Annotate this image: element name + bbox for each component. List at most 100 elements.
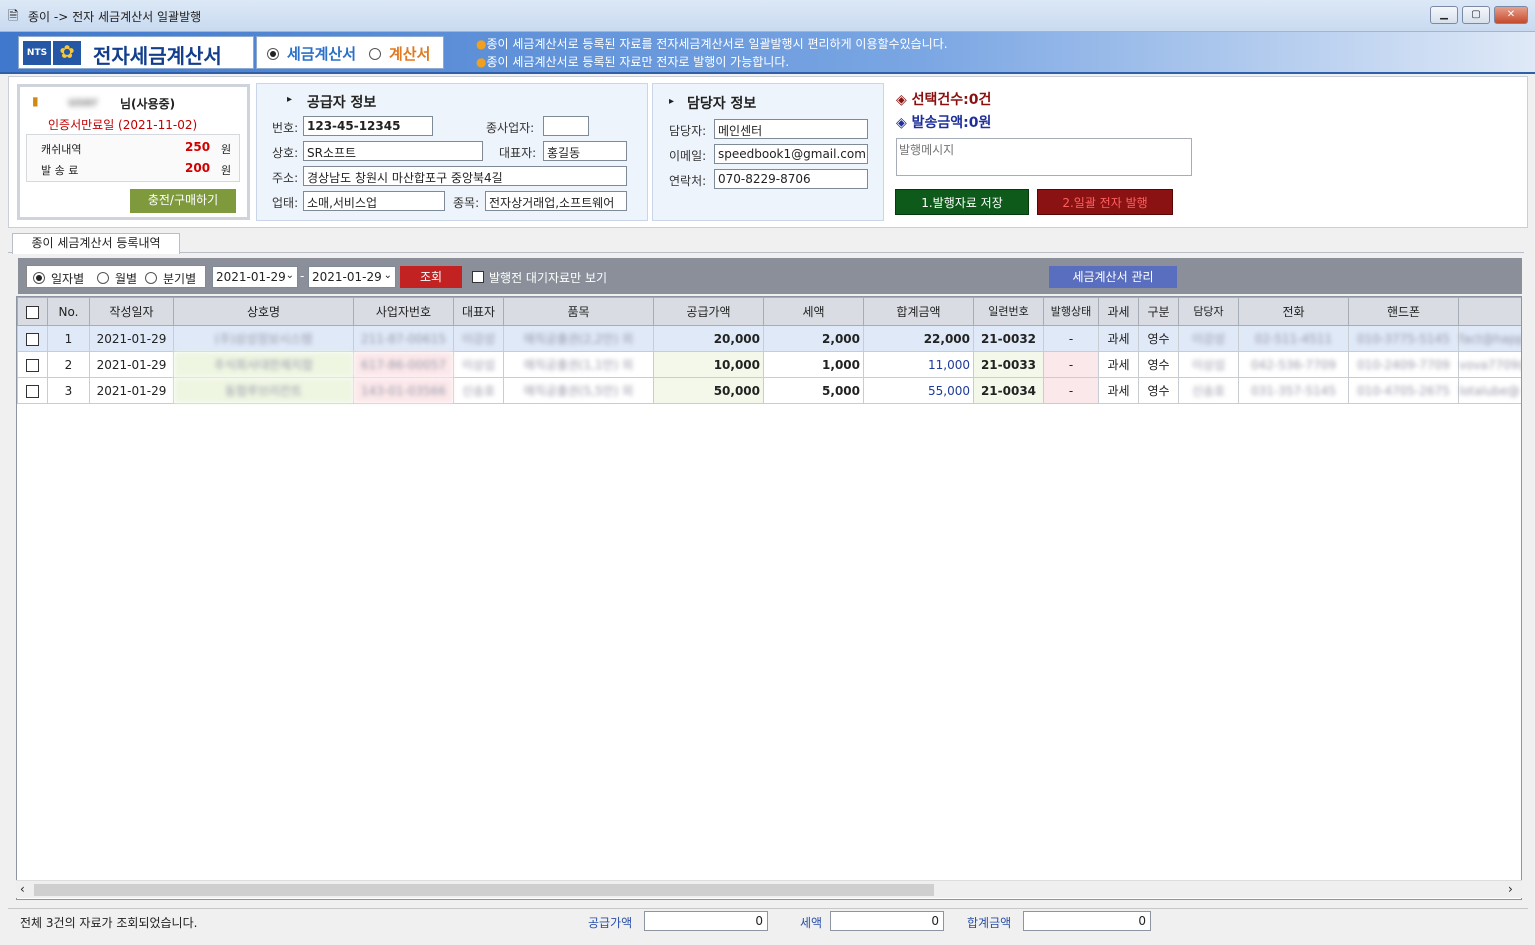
chevron-down-icon: ⌄ (383, 270, 392, 281)
col-header[interactable]: 발행상태 (1043, 297, 1099, 326)
close-button[interactable]: ✕ (1494, 6, 1528, 24)
reg-label: 번호: (272, 121, 299, 135)
manage-button[interactable]: 세금계산서 관리 (1049, 266, 1177, 288)
title-bar: 🗎 종이 -> 전자 세금계산서 일괄발행 ▁ ▢ ✕ (0, 0, 1535, 32)
daily-label[interactable]: 일자별 (51, 270, 84, 287)
col-header[interactable]: 합계금액 (863, 297, 974, 326)
cell-no: 1 (47, 325, 90, 352)
notice-2: ●종이 세금계산서로 등록된 자료만 전자로 발행이 가능합니다. (476, 55, 790, 69)
message-input[interactable] (896, 138, 1192, 176)
balance-box: 캐쉬내역 250 원 발 송 료 200 원 (26, 134, 240, 182)
col-header[interactable]: 구분 (1138, 297, 1179, 326)
ceo-field[interactable]: 홍길동 (543, 141, 627, 161)
phone-field[interactable]: 070-8229-8706 (714, 169, 868, 189)
email-field[interactable]: speedbook1@gmail.com (714, 144, 868, 164)
date-to-select[interactable]: 2021-01-29 ⌄ (308, 266, 396, 288)
cell-supply: 10,000 (653, 351, 764, 378)
col-header[interactable]: 품목 (503, 297, 654, 326)
col-header[interactable]: 과세 (1098, 297, 1139, 326)
period-radio-group: 일자별 월별 분기별 (26, 265, 206, 288)
reg-number-field[interactable]: 123-45-12345 (303, 116, 433, 136)
col-header[interactable]: 사업자번호 (353, 297, 454, 326)
cell-kind: 영수 (1138, 325, 1179, 352)
col-header[interactable]: 이 (1458, 297, 1521, 326)
cell-ceo: 이강성 (453, 325, 504, 352)
invoice-grid: No. 작성일자 상호명 사업자번호 대표자 품목 공급가액 세액 합계금액 일… (16, 296, 1522, 900)
mode-invoice-label[interactable]: 계산서 (389, 43, 430, 64)
cell-manager: 신송호 (1178, 377, 1239, 404)
row-checkbox[interactable] (17, 325, 48, 352)
maximize-button[interactable]: ▢ (1462, 6, 1490, 24)
monthly-label[interactable]: 월별 (115, 270, 137, 287)
cell-serial: 21-0034 (973, 377, 1044, 404)
quarterly-radio[interactable] (145, 270, 157, 284)
supply-sum-label: 공급가액 (588, 916, 633, 930)
issue-button[interactable]: 2.일괄 전자 발행 (1037, 189, 1173, 215)
tab-registration-list[interactable]: 종이 세금계산서 등록내역 (12, 233, 180, 254)
charge-button[interactable]: 충전/구매하기 (130, 189, 236, 213)
date-from-select[interactable]: 2021-01-29 ⌄ (212, 266, 298, 288)
scrollbar-thumb[interactable] (34, 884, 934, 896)
minimize-button[interactable]: ▁ (1430, 6, 1458, 24)
cell-taxation: 과세 (1098, 351, 1139, 378)
col-header[interactable]: No. (47, 297, 90, 326)
address-field[interactable]: 경상남도 창원시 마산합포구 중앙북4길 (303, 166, 627, 186)
monthly-radio[interactable] (97, 270, 109, 284)
col-header[interactable]: 상호명 (173, 297, 354, 326)
save-button[interactable]: 1.발행자료 저장 (895, 189, 1029, 215)
cash-value: 250 (185, 140, 211, 154)
col-header[interactable]: 일련번호 (973, 297, 1044, 326)
table-row[interactable]: 1 2021-01-29 (주)삼성정보시스템 211-87-00615 이강성 매직공출… (17, 325, 1521, 352)
tax-sum-field: 0 (830, 911, 944, 931)
tax-sum-label: 세액 (800, 916, 823, 930)
total-sum-field: 0 (1023, 911, 1151, 931)
brand-title: 전자세금계산서 (93, 44, 222, 68)
cell-total: 22,000 (863, 325, 974, 352)
pending-only-checkbox[interactable] (472, 269, 484, 283)
col-header[interactable]: 세액 (763, 297, 864, 326)
col-header[interactable]: 대표자 (453, 297, 504, 326)
mode-tax-invoice-label[interactable]: 세금계산서 (287, 43, 356, 64)
horizontal-scrollbar[interactable]: ‹ › (16, 880, 1522, 898)
col-header[interactable]: 공급가액 (653, 297, 764, 326)
fee-label: 발 송 료 (41, 164, 79, 177)
branch-field[interactable] (543, 116, 589, 136)
quarterly-label[interactable]: 분기별 (163, 270, 196, 287)
col-header[interactable]: 작성일자 (89, 297, 174, 326)
table-row[interactable]: 2 2021-01-29 주식회사대한제지합 617-86-00057 이상섭 매직공출권… (17, 351, 1521, 378)
cell-phone: 031-357-5145 (1238, 377, 1349, 404)
cell-no: 3 (47, 377, 90, 404)
company-name-field[interactable]: SR소프트 (303, 141, 483, 161)
daily-radio[interactable] (33, 270, 45, 284)
select-all-checkbox[interactable] (17, 297, 48, 326)
brand-logo: NTS ✿ 전자세금계산서 (18, 36, 254, 69)
col-header[interactable]: 담당자 (1178, 297, 1239, 326)
scroll-right-icon[interactable]: › (1508, 882, 1513, 896)
user-name: user (68, 95, 98, 109)
pending-only-label[interactable]: 발행전 대기자료만 보기 (489, 269, 607, 286)
total-sum-label: 합계금액 (967, 916, 1012, 930)
biz-item-field[interactable]: 전자상거래업,소프트웨어 (485, 191, 627, 211)
mode-tax-invoice-radio[interactable] (267, 46, 279, 60)
col-header[interactable]: 핸드폰 (1348, 297, 1459, 326)
mode-invoice-radio[interactable] (369, 46, 381, 60)
cell-company: 주식회사대한제지합 (173, 351, 354, 378)
cell-company: 동협루브리칸트 (173, 377, 354, 404)
table-row[interactable]: 3 2021-01-29 동협루브리칸트 143-01-03566 신송호 매직공출권(5… (17, 377, 1521, 404)
cell-supply: 20,000 (653, 325, 764, 352)
selected-count: ◈ 선택건수:0건 (896, 92, 992, 108)
cell-total: 11,000 (863, 351, 974, 378)
scroll-left-icon[interactable]: ‹ (20, 882, 25, 896)
manager-field[interactable]: 메인센터 (714, 119, 868, 139)
manager-title: 담당자 정보 (687, 96, 757, 112)
branch-label: 종사업자: (486, 121, 535, 135)
biz-type-field[interactable]: 소매,서비스업 (303, 191, 445, 211)
cell-taxation: 과세 (1098, 377, 1139, 404)
col-header[interactable]: 전화 (1238, 297, 1349, 326)
row-checkbox[interactable] (17, 351, 48, 378)
biz-item-label: 종목: (453, 196, 480, 210)
app-icon: 🗎 (8, 9, 19, 24)
row-checkbox[interactable] (17, 377, 48, 404)
search-button[interactable]: 조회 (400, 266, 462, 288)
supplier-title: 공급자 정보 (307, 95, 377, 111)
